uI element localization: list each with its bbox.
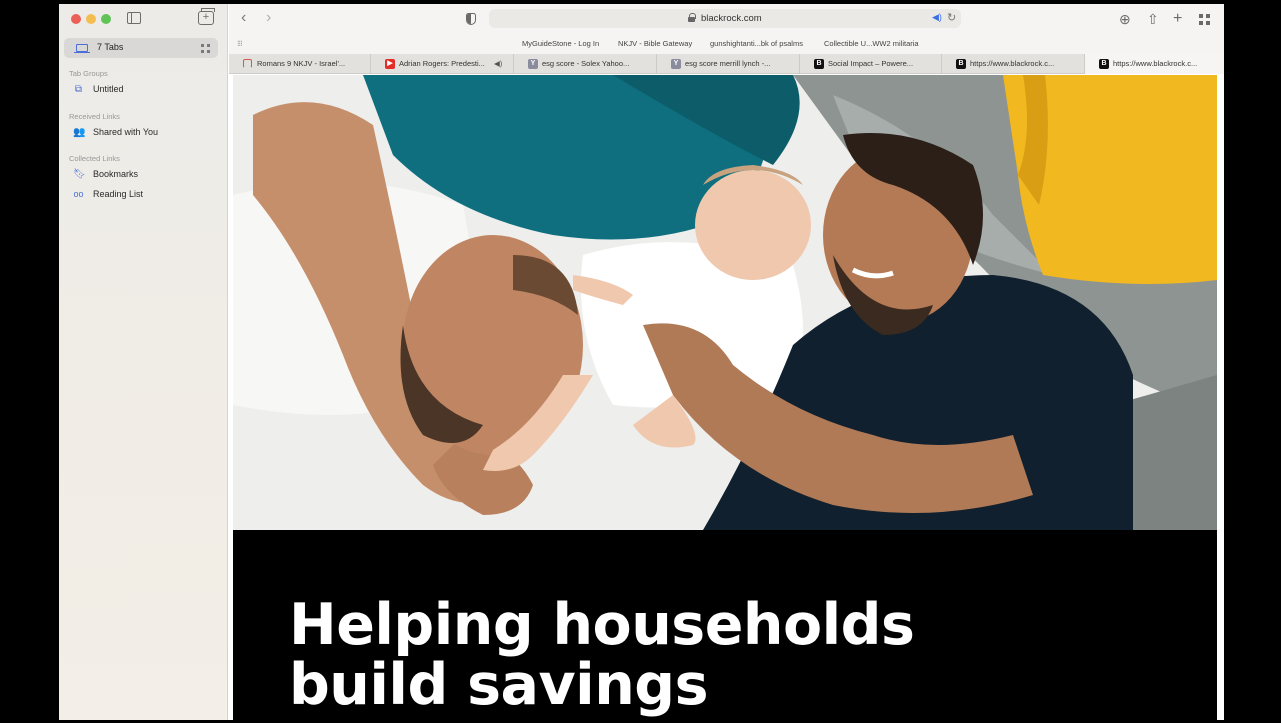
tab[interactable]: Romans 9 NKJV - Israel'... — [229, 54, 371, 74]
forward-arrow-icon[interactable]: › — [266, 9, 271, 27]
tab-label: esg score - Solex Yahoo... — [542, 59, 630, 68]
sidebar-item-untitled[interactable]: ⧉ Untitled — [73, 83, 218, 97]
favorite-link[interactable]: Collectible U...WW2 militaria — [824, 39, 919, 48]
privacy-shield-icon[interactable] — [466, 13, 476, 25]
sidebar-item-label: Shared with You — [93, 127, 159, 137]
sidebar-toggle-icon[interactable] — [127, 12, 141, 24]
tab-group-icon: ⧉ — [74, 84, 83, 95]
collected-links-heading: Collected Links — [69, 154, 120, 163]
blackrock-icon: B — [956, 59, 966, 69]
headline-line: build savings — [289, 652, 709, 718]
favorites-grid-icon[interactable]: ⁝⁝⁝ — [237, 39, 243, 48]
sidebar-item-tabs[interactable]: 7 Tabs — [64, 38, 218, 58]
tab[interactable]: ▶ Adrian Rogers: Predesti... ◀︎) — [371, 54, 514, 74]
browser-window: + 7 Tabs Tab Groups ⧉ Untitled Received … — [59, 4, 1224, 720]
sidebar-item-label: 7 Tabs — [97, 42, 124, 52]
share-icon[interactable]: ⇧ — [1147, 10, 1159, 28]
tab-overview-icon[interactable] — [1199, 14, 1210, 25]
tab-groups-heading: Tab Groups — [69, 69, 108, 78]
youtube-icon: ▶ — [385, 59, 395, 69]
close-window-button[interactable] — [71, 14, 81, 24]
yahoo-icon: Y — [528, 59, 538, 69]
speaker-icon[interactable]: ◀︎) — [932, 12, 942, 23]
sidebar-item-reading-list[interactable]: oo Reading List — [73, 188, 218, 202]
toolbar: ‹ › blackrock.com ◀︎) ↻ ⊕ ⇧ + — [229, 4, 1224, 34]
tab-label: Romans 9 NKJV - Israel'... — [257, 59, 346, 68]
sidebar-item-bookmarks[interactable]: 🔖︎ Bookmarks — [73, 168, 218, 182]
tab-active[interactable]: B https://www.blackrock.c... — [1085, 54, 1224, 74]
sidebar: + 7 Tabs Tab Groups ⧉ Untitled Received … — [59, 4, 228, 720]
sidebar-item-label: Reading List — [93, 189, 144, 199]
reload-icon[interactable]: ↻ — [947, 11, 956, 24]
web-page-content: Helping households build savings — [233, 75, 1217, 720]
tab-label: esg score merrill lynch -... — [685, 59, 771, 68]
back-arrow-icon[interactable]: ‹ — [241, 9, 246, 27]
sidebar-item-shared[interactable]: 👥 Shared with You — [73, 126, 218, 140]
tab-strip: Romans 9 NKJV - Israel'... ▶ Adrian Roge… — [229, 54, 1224, 74]
minimize-window-button[interactable] — [86, 14, 96, 24]
tab-label: Adrian Rogers: Predesti... — [399, 59, 485, 68]
ring-icon — [243, 59, 252, 68]
yahoo-icon: Y — [671, 59, 681, 69]
sidebar-item-label: Untitled — [93, 84, 124, 94]
glasses-icon: oo — [73, 189, 84, 199]
people-icon: 👥 — [73, 127, 86, 138]
favorite-link[interactable]: gunshightanti...bk of psalms — [710, 39, 803, 48]
tab-overview-icon[interactable] — [201, 44, 210, 53]
favorite-link[interactable]: NKJV - Bible Gateway — [618, 39, 692, 48]
zoom-window-button[interactable] — [101, 14, 111, 24]
tab[interactable]: Y esg score merrill lynch -... — [657, 54, 800, 74]
tab-label: https://www.blackrock.c... — [1113, 59, 1198, 68]
url-text: blackrock.com — [701, 13, 762, 24]
favorite-link[interactable]: MyGuideStone - Log In — [522, 39, 599, 48]
new-tab-group-icon[interactable]: + — [198, 8, 215, 25]
address-bar[interactable]: blackrock.com ◀︎) ↻ — [489, 9, 961, 28]
lock-icon — [688, 13, 696, 22]
tab-label: Social Impact – Powere... — [828, 59, 914, 68]
downloads-icon[interactable]: ⊕ — [1119, 10, 1131, 28]
bookmark-icon: 🔖︎ — [73, 169, 86, 180]
tab-label: https://www.blackrock.c... — [970, 59, 1055, 68]
sidebar-item-label: Bookmarks — [93, 169, 139, 179]
tab[interactable]: B https://www.blackrock.c... — [942, 54, 1085, 74]
audio-playing-icon[interactable]: ◀︎) — [494, 59, 502, 68]
tab[interactable]: Y esg score - Solex Yahoo... — [514, 54, 657, 74]
blackrock-icon: B — [1099, 59, 1109, 69]
page-headline: Helping households build savings — [289, 592, 915, 718]
laptop-icon — [74, 44, 90, 54]
tab[interactable]: B Social Impact – Powere... — [800, 54, 942, 74]
headline-line: Helping households — [289, 592, 915, 658]
favorites-bar: ⁝⁝⁝ MyGuideStone - Log In NKJV - Bible G… — [229, 34, 1224, 54]
hero-photo — [233, 75, 1217, 530]
blackrock-icon: B — [814, 59, 824, 69]
new-tab-icon[interactable]: + — [1173, 10, 1182, 28]
received-links-heading: Received Links — [69, 112, 120, 121]
